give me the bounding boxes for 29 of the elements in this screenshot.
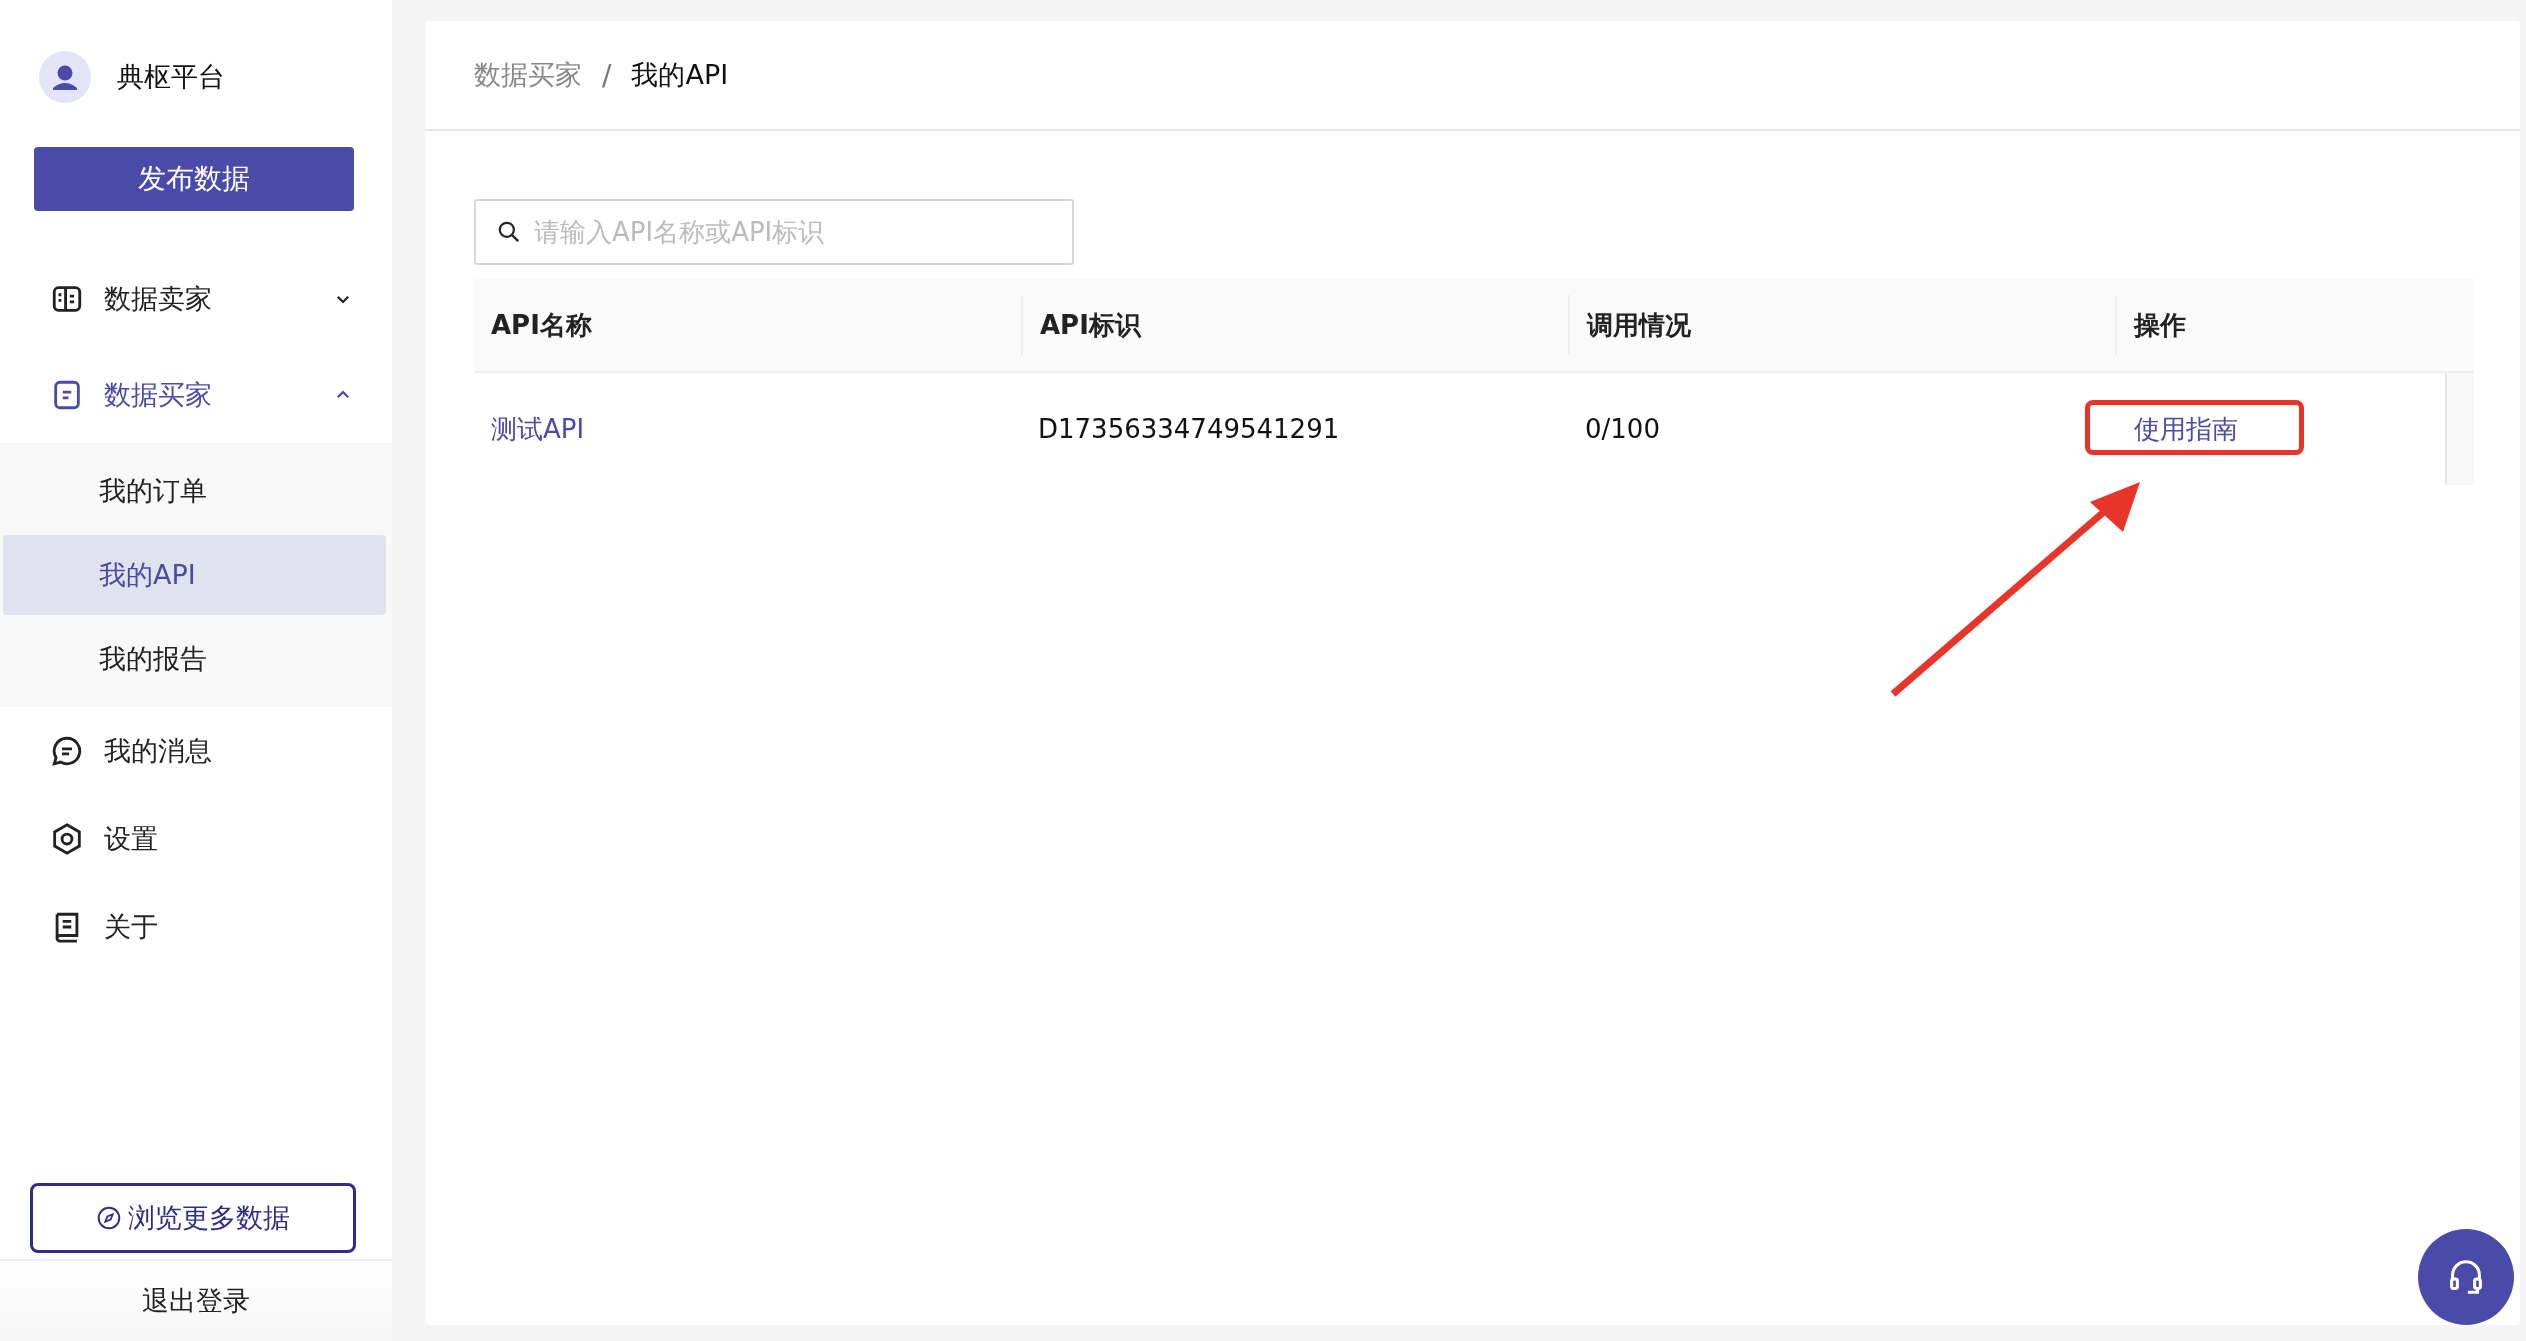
api-name-link[interactable]: 测试API [491,411,585,447]
menu-item[interactable]: 关于 [0,883,392,971]
guide-link[interactable]: 使用指南 [2134,413,2238,444]
breadcrumb-link[interactable]: 数据买家 [474,57,582,93]
breadcrumb-separator: / [601,58,613,92]
breadcrumb-current: 我的API [631,58,729,92]
browse-button[interactable]: 浏览更多数据 [30,1183,356,1253]
column-header: API标识 [1021,295,1568,355]
table-cell-text: 0/100 [1584,414,1661,444]
logout-button[interactable]: 退出登录 [0,1259,392,1341]
brand-name: 典枢平台 [117,60,225,94]
column-header: 操作 [2115,295,2474,355]
avatar-icon [39,51,91,103]
column-header: 调用情况 [1568,295,2115,355]
menu-item[interactable]: 数据买家 [0,347,392,443]
menu-item[interactable]: 我的消息 [0,707,392,795]
publish-button[interactable]: 发布数据 [34,147,354,211]
column-header: API名称 [490,308,593,342]
submenu-item[interactable]: 我的报告 [3,619,386,699]
submenu-item[interactable]: 我的API [3,535,386,615]
compass-icon [96,1205,122,1231]
settings-icon [50,822,84,856]
menu-item[interactable]: 设置 [0,795,392,883]
menu-item[interactable]: 数据卖家 [0,251,392,347]
search-icon [496,219,522,245]
table-cell-text: D17356334749541291 [1037,414,1341,444]
chat-icon [50,734,84,768]
search-field[interactable]: 请输入API名称或API标识 [474,199,1074,265]
submenu-item[interactable]: 我的订单 [3,451,386,531]
